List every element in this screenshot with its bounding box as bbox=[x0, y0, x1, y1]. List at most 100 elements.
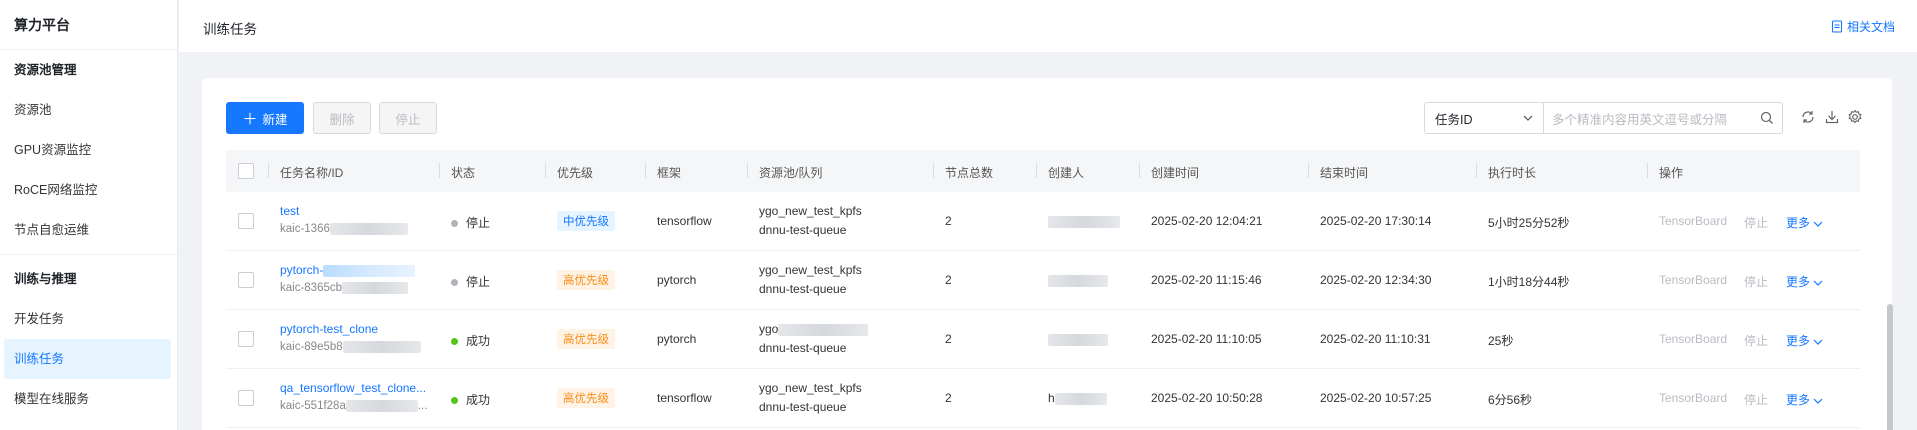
select-all-checkbox[interactable] bbox=[238, 163, 254, 179]
column-separator bbox=[1476, 163, 1477, 178]
tensorboard-button[interactable]: TensorBoard bbox=[1659, 391, 1727, 405]
row-checkbox[interactable] bbox=[238, 331, 254, 347]
task-table: 任务名称/ID 状态 优先级 框架 资源池/队列 节点总数 创建人 创建时间 结… bbox=[226, 150, 1860, 428]
priority-tag: 高优先级 bbox=[557, 388, 615, 408]
sidebar-item-model-serving[interactable]: 模型在线服务 bbox=[0, 379, 177, 419]
chevron-down-icon bbox=[1813, 221, 1823, 227]
task-name-link[interactable]: pytorch- bbox=[280, 263, 323, 277]
status-text: 成功 bbox=[466, 334, 491, 348]
column-separator bbox=[933, 163, 934, 178]
sidebar-item-train-tasks[interactable]: 训练任务 bbox=[4, 339, 171, 379]
tensorboard-button[interactable]: TensorBoard bbox=[1659, 273, 1727, 287]
redacted-text bbox=[329, 223, 408, 235]
chevron-down-icon bbox=[1813, 280, 1823, 286]
redacted-text bbox=[1054, 392, 1107, 405]
refresh-icon[interactable] bbox=[1800, 109, 1816, 125]
table-row: pytorch-test_clone kaic-89e5b8 成功 高优先级 p… bbox=[226, 310, 1860, 369]
col-actions: 操作 bbox=[1659, 166, 1684, 180]
nav-group-train-infer: 训练与推理 bbox=[14, 272, 77, 286]
task-id: kaic-89e5b8 bbox=[280, 341, 343, 354]
col-duration: 执行时长 bbox=[1488, 166, 1537, 180]
priority-tag: 中优先级 bbox=[557, 211, 615, 231]
docs-link[interactable]: 相关文档 bbox=[1831, 18, 1895, 35]
task-name-link[interactable]: test bbox=[280, 204, 299, 218]
redacted-text bbox=[345, 400, 418, 412]
column-separator bbox=[1647, 163, 1648, 178]
document-icon bbox=[1831, 20, 1843, 33]
sidebar-item-roce-monitor[interactable]: RoCE网络监控 bbox=[0, 170, 177, 210]
search-input[interactable]: 多个精准内容用英文逗号或分隔 bbox=[1543, 102, 1783, 134]
docs-link-label: 相关文档 bbox=[1846, 20, 1895, 34]
sidebar-item-node-selfheal[interactable]: 节点自愈运维 bbox=[0, 210, 177, 250]
vertical-scrollbar[interactable] bbox=[1887, 304, 1893, 430]
pool-name: ygo_new_test_kpfs bbox=[759, 381, 862, 395]
duration: 25秒 bbox=[1488, 334, 1514, 348]
column-separator bbox=[1308, 163, 1309, 178]
tensorboard-button[interactable]: TensorBoard bbox=[1659, 332, 1727, 346]
sidebar-item-dev-tasks[interactable]: 开发任务 bbox=[0, 299, 177, 339]
search-placeholder: 多个精准内容用英文逗号或分隔 bbox=[1552, 112, 1728, 127]
row-stop-button[interactable]: 停止 bbox=[1744, 391, 1768, 408]
redacted-text bbox=[1048, 333, 1108, 346]
more-actions-button[interactable]: 更多 bbox=[1786, 391, 1823, 408]
table-row: pytorch- kaic-8365cb 停止 高优先级 pytorch ygo… bbox=[226, 251, 1860, 310]
queue-name: dnnu-test-queue bbox=[759, 223, 847, 237]
priority-tag: 高优先级 bbox=[557, 270, 615, 290]
filter-field-value: 任务ID bbox=[1435, 112, 1473, 127]
new-button[interactable]: ＋ 新建 bbox=[226, 102, 304, 134]
node-count: 2 bbox=[945, 391, 952, 405]
end-time: 2025-02-20 12:34:30 bbox=[1320, 273, 1432, 287]
row-checkbox[interactable] bbox=[238, 272, 254, 288]
table-row: test kaic-1366 停止 中优先级 tensorflow ygo_ne… bbox=[226, 192, 1860, 251]
task-name-link[interactable]: qa_tensorflow_test_clone... bbox=[280, 381, 426, 395]
settings-gear-icon[interactable] bbox=[1847, 109, 1863, 125]
created-time: 2025-02-20 11:15:46 bbox=[1151, 273, 1262, 287]
column-separator bbox=[645, 163, 646, 178]
more-label: 更多 bbox=[1786, 334, 1811, 348]
delete-button[interactable]: 删除 bbox=[313, 102, 371, 134]
filter-field-select[interactable]: 任务ID bbox=[1424, 102, 1544, 134]
chevron-down-icon bbox=[1523, 115, 1533, 121]
sidebar-item-gpu-monitor[interactable]: GPU资源监控 bbox=[0, 130, 177, 170]
status-text: 成功 bbox=[466, 393, 491, 407]
column-separator bbox=[747, 163, 748, 178]
row-checkbox[interactable] bbox=[238, 213, 254, 229]
status-cell: 成功 bbox=[451, 332, 490, 349]
col-framework: 框架 bbox=[657, 166, 682, 180]
download-icon[interactable] bbox=[1824, 109, 1840, 125]
row-checkbox[interactable] bbox=[238, 390, 254, 406]
redacted-text bbox=[323, 264, 416, 277]
redacted-text bbox=[1048, 274, 1108, 287]
task-name-link[interactable]: pytorch-test_clone bbox=[280, 322, 378, 336]
duration: 5小时25分52秒 bbox=[1488, 216, 1570, 230]
nav-group-resource-pool: 资源池管理 bbox=[14, 63, 77, 77]
priority-tag: 高优先级 bbox=[557, 329, 615, 349]
more-actions-button[interactable]: 更多 bbox=[1786, 332, 1823, 349]
pool-name: ygo_new_test_kpfs bbox=[759, 204, 862, 218]
tensorboard-button[interactable]: TensorBoard bbox=[1659, 214, 1727, 228]
col-status: 状态 bbox=[451, 166, 476, 180]
search-icon[interactable] bbox=[1760, 111, 1774, 125]
brand-title: 算力平台 bbox=[0, 0, 177, 50]
stop-button[interactable]: 停止 bbox=[379, 102, 437, 134]
end-time: 2025-02-20 17:30:14 bbox=[1320, 214, 1432, 228]
more-label: 更多 bbox=[1786, 216, 1811, 230]
row-stop-button[interactable]: 停止 bbox=[1744, 273, 1768, 290]
page-title: 训练任务 bbox=[203, 22, 257, 37]
task-id: kaic-8365cb bbox=[280, 282, 343, 295]
new-button-label: 新建 bbox=[262, 112, 288, 127]
queue-name: dnnu-test-queue bbox=[759, 282, 847, 296]
status-cell: 停止 bbox=[451, 273, 490, 290]
row-stop-button[interactable]: 停止 bbox=[1744, 332, 1768, 349]
more-actions-button[interactable]: 更多 bbox=[1786, 273, 1823, 290]
status-success-dot bbox=[451, 397, 458, 405]
col-task-name: 任务名称/ID bbox=[280, 166, 344, 180]
col-end-time: 结束时间 bbox=[1320, 166, 1369, 180]
sidebar-item-resource-pool[interactable]: 资源池 bbox=[0, 90, 177, 130]
row-stop-button[interactable]: 停止 bbox=[1744, 214, 1768, 231]
more-actions-button[interactable]: 更多 bbox=[1786, 214, 1823, 231]
chevron-down-icon bbox=[1813, 398, 1823, 404]
col-created-time: 创建时间 bbox=[1151, 166, 1200, 180]
table-header: 任务名称/ID 状态 优先级 框架 资源池/队列 节点总数 创建人 创建时间 结… bbox=[226, 150, 1860, 192]
status-text: 停止 bbox=[466, 275, 491, 289]
